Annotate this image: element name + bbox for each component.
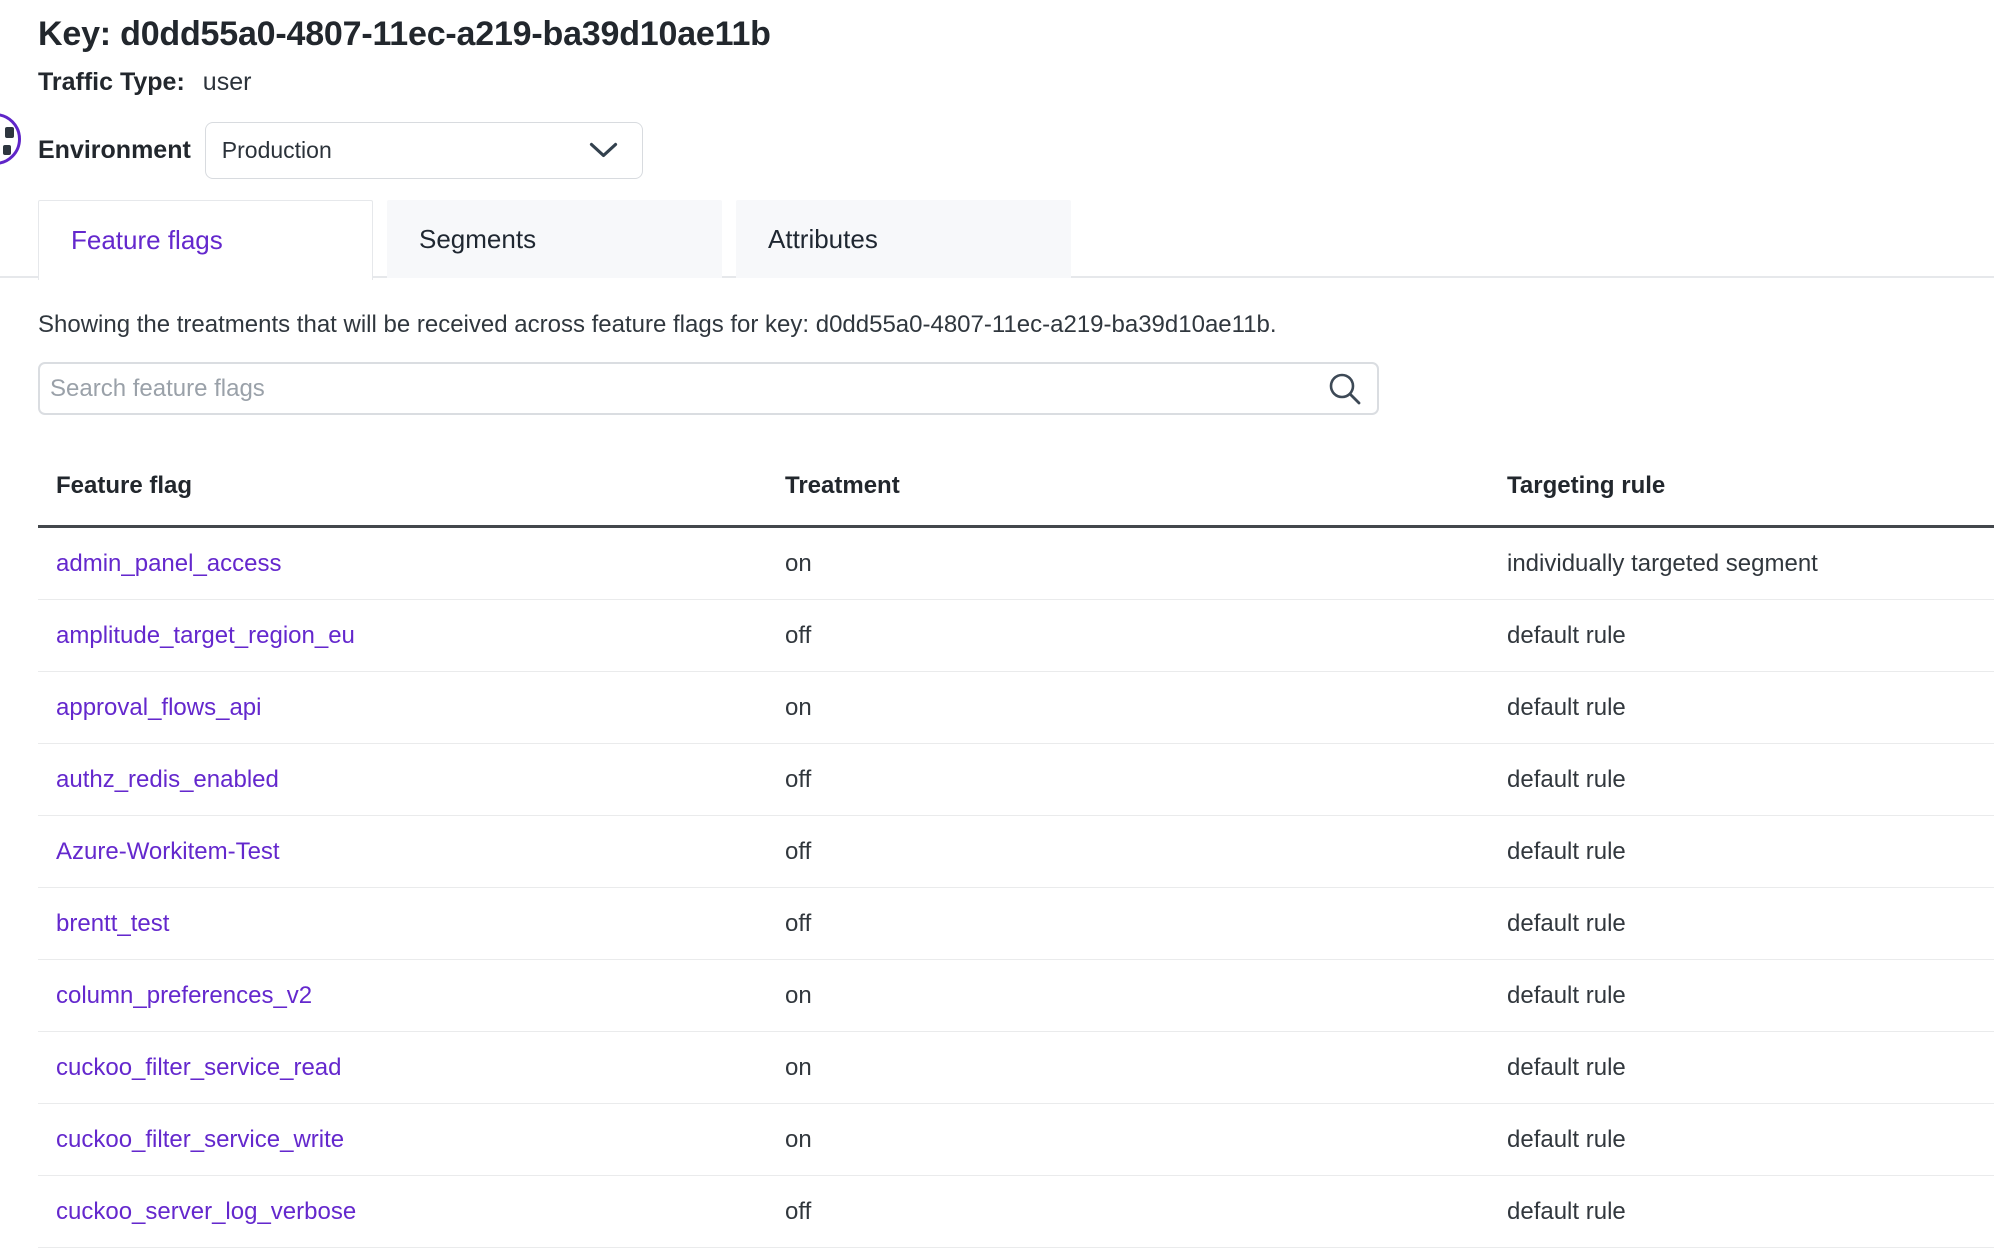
- targeting-rule-value: default rule: [1507, 910, 1994, 938]
- column-header-treatment: Treatment: [785, 472, 1507, 500]
- targeting-rule-value: default rule: [1507, 694, 1994, 722]
- tab-label: Attributes: [768, 224, 878, 255]
- table-row: admin_panel_access on individually targe…: [38, 528, 1994, 600]
- treatment-value: on: [785, 1126, 1507, 1154]
- treatment-value: off: [785, 838, 1507, 866]
- treatment-value: off: [785, 910, 1507, 938]
- treatment-value: on: [785, 550, 1507, 578]
- page-title: Key: d0dd55a0-4807-11ec-a219-ba39d10ae11…: [38, 15, 1994, 54]
- table-header-row: Feature flag Treatment Targeting rule: [38, 472, 1994, 528]
- feature-flag-link[interactable]: admin_panel_access: [56, 550, 281, 577]
- decoration-dot: [3, 145, 11, 155]
- column-header-targeting-rule: Targeting rule: [1507, 472, 1994, 500]
- tab-attributes[interactable]: Attributes: [736, 200, 1071, 278]
- feature-flag-link[interactable]: cuckoo_filter_service_write: [56, 1126, 344, 1153]
- targeting-rule-value: default rule: [1507, 622, 1994, 650]
- treatments-description: Showing the treatments that will be rece…: [38, 311, 1994, 339]
- feature-flag-link[interactable]: amplitude_target_region_eu: [56, 622, 355, 649]
- table-row: Azure-Workitem-Test off default rule: [38, 816, 1994, 888]
- table-row: amplitude_target_region_eu off default r…: [38, 600, 1994, 672]
- table-row: cuckoo_server_log_verbose off default ru…: [38, 1176, 1994, 1248]
- clipped-circle-decoration: [0, 113, 21, 165]
- treatment-value: on: [785, 694, 1507, 722]
- traffic-type-label: Traffic Type:: [38, 68, 185, 97]
- search-icon: [1327, 372, 1363, 408]
- tab-label: Segments: [419, 224, 536, 255]
- targeting-rule-value: default rule: [1507, 1126, 1994, 1154]
- search-box: [38, 362, 1379, 415]
- feature-flag-link[interactable]: column_preferences_v2: [56, 982, 312, 1009]
- targeting-rule-value: individually targeted segment: [1507, 550, 1994, 578]
- table-row: cuckoo_filter_service_write on default r…: [38, 1104, 1994, 1176]
- environment-row: Environment Production: [38, 122, 1994, 179]
- chevron-down-icon: [589, 142, 618, 159]
- feature-flag-link[interactable]: Azure-Workitem-Test: [56, 838, 280, 865]
- tab-segments[interactable]: Segments: [387, 200, 722, 278]
- table-row: brentt_test off default rule: [38, 888, 1994, 960]
- feature-flag-link[interactable]: cuckoo_filter_service_read: [56, 1054, 341, 1081]
- feature-flag-link[interactable]: approval_flows_api: [56, 694, 261, 721]
- column-header-feature-flag: Feature flag: [38, 472, 785, 500]
- table-row: column_preferences_v2 on default rule: [38, 960, 1994, 1032]
- treatment-value: off: [785, 766, 1507, 794]
- targeting-rule-value: default rule: [1507, 1054, 1994, 1082]
- treatment-value: on: [785, 1054, 1507, 1082]
- targeting-rule-value: default rule: [1507, 838, 1994, 866]
- treatment-value: off: [785, 622, 1507, 650]
- environment-select-value: Production: [222, 137, 332, 164]
- targeting-rule-value: default rule: [1507, 982, 1994, 1010]
- traffic-type-row: Traffic Type: user: [38, 68, 1994, 97]
- feature-flag-link[interactable]: authz_redis_enabled: [56, 766, 279, 793]
- tab-bar: Feature flags Segments Attributes: [0, 200, 1994, 278]
- environment-label: Environment: [38, 136, 191, 165]
- tab-feature-flags[interactable]: Feature flags: [38, 200, 373, 280]
- tab-label: Feature flags: [71, 225, 223, 256]
- feature-flag-link[interactable]: brentt_test: [56, 910, 169, 937]
- environment-select[interactable]: Production: [205, 122, 643, 179]
- treatment-value: on: [785, 982, 1507, 1010]
- search-input[interactable]: [40, 364, 1377, 413]
- traffic-type-value: user: [203, 68, 252, 97]
- table-row: authz_redis_enabled off default rule: [38, 744, 1994, 816]
- treatment-value: off: [785, 1198, 1507, 1226]
- targeting-rule-value: default rule: [1507, 766, 1994, 794]
- table-row: cuckoo_filter_service_read on default ru…: [38, 1032, 1994, 1104]
- targeting-rule-value: default rule: [1507, 1198, 1994, 1226]
- decoration-dot: [5, 127, 14, 138]
- feature-flag-link[interactable]: cuckoo_server_log_verbose: [56, 1198, 356, 1225]
- table-row: approval_flows_api on default rule: [38, 672, 1994, 744]
